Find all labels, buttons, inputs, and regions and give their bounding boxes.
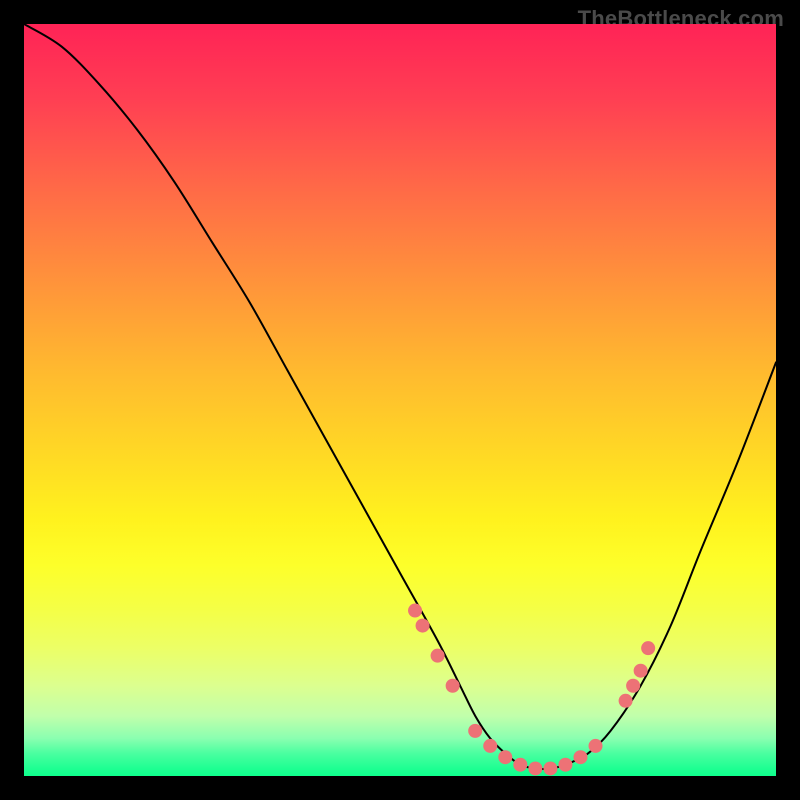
chart-plot-area — [24, 24, 776, 776]
highlight-dot — [543, 761, 557, 775]
highlight-dot — [513, 758, 527, 772]
highlight-dots-group — [408, 604, 655, 776]
highlight-dot — [573, 750, 587, 764]
highlight-dot — [626, 679, 640, 693]
highlight-dot — [589, 739, 603, 753]
highlight-dot — [431, 649, 445, 663]
highlight-dot — [483, 739, 497, 753]
highlight-dot — [468, 724, 482, 738]
chart-frame: TheBottleneck.com — [0, 0, 800, 800]
highlight-dot — [416, 619, 430, 633]
highlight-dot — [498, 750, 512, 764]
highlight-dot — [634, 664, 648, 678]
chart-svg — [24, 24, 776, 776]
highlight-dot — [641, 641, 655, 655]
bottleneck-curve — [24, 24, 776, 769]
highlight-dot — [619, 694, 633, 708]
highlight-dot — [528, 761, 542, 775]
highlight-dot — [408, 604, 422, 618]
highlight-dot — [558, 758, 572, 772]
highlight-dot — [446, 679, 460, 693]
